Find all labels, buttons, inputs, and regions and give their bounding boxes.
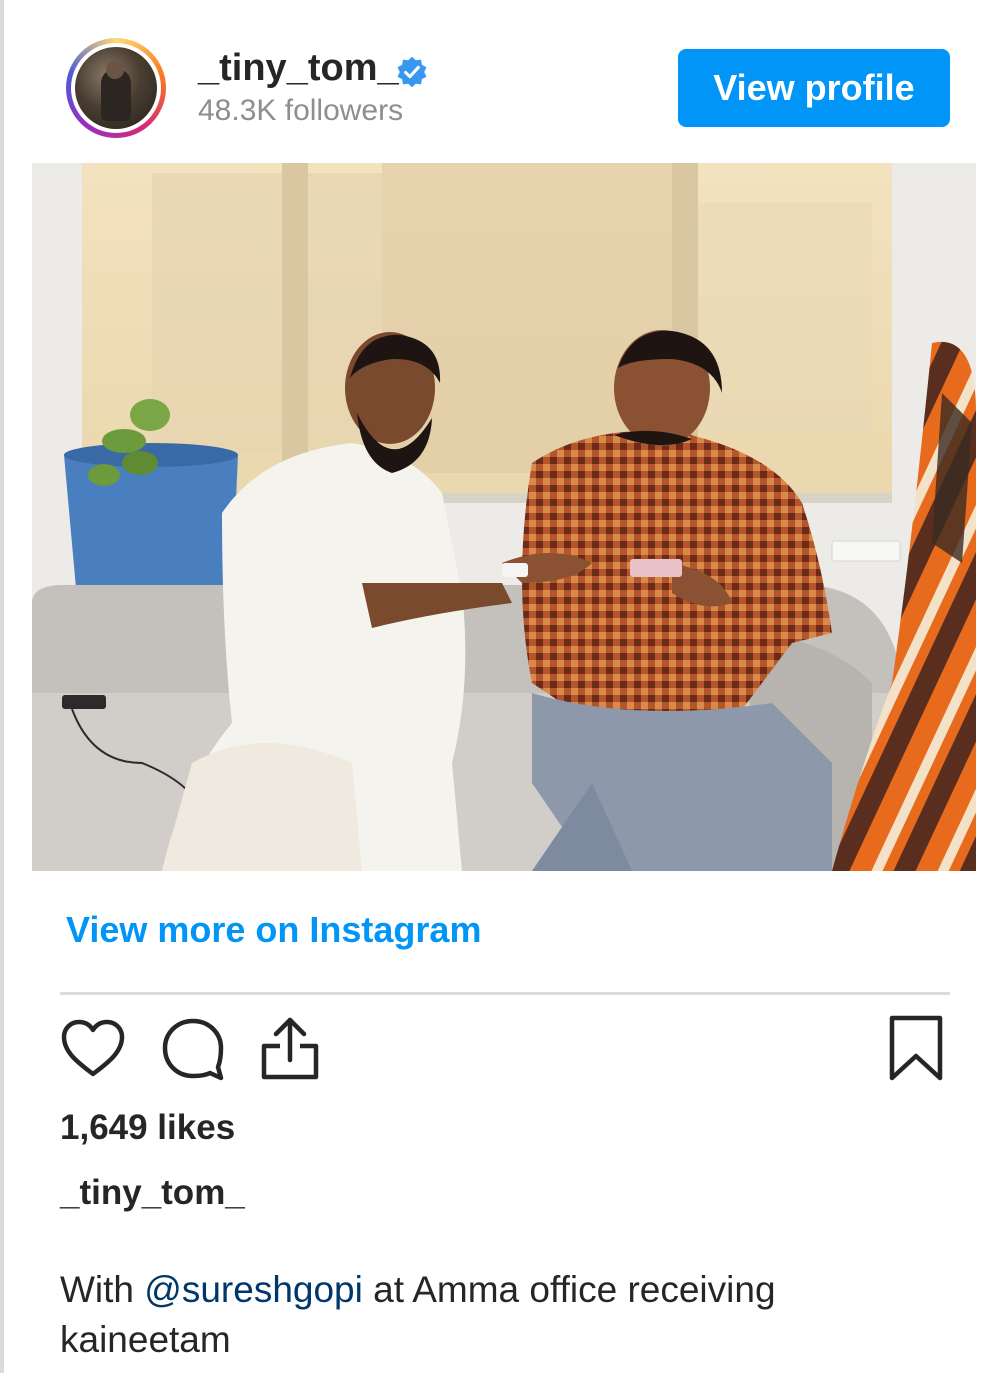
verified-badge-icon <box>397 56 427 88</box>
profile-username[interactable]: _tiny_tom_ <box>198 46 399 90</box>
like-count[interactable]: 1,649 likes <box>60 1106 235 1150</box>
view-more-link[interactable]: View more on Instagram <box>66 906 481 954</box>
post-photo[interactable] <box>32 163 976 871</box>
divider <box>60 992 950 995</box>
avatar-image <box>75 47 157 129</box>
view-profile-button[interactable]: View profile <box>678 49 950 127</box>
follower-count: 48.3K followers <box>198 94 404 127</box>
share-icon[interactable] <box>258 1014 322 1082</box>
post-caption: With @sureshgopi at Amma office receivin… <box>60 1265 940 1365</box>
comment-icon[interactable] <box>160 1017 226 1081</box>
caption-mention-link[interactable]: @sureshgopi <box>144 1269 363 1310</box>
caption-text-before: With <box>60 1269 145 1310</box>
caption-username[interactable]: _tiny_tom_ <box>60 1171 245 1215</box>
heart-icon[interactable] <box>60 1019 126 1079</box>
post-photo-illustration <box>32 163 976 871</box>
left-border <box>0 0 4 1373</box>
bookmark-icon[interactable] <box>886 1014 946 1084</box>
profile-avatar[interactable] <box>66 38 166 138</box>
